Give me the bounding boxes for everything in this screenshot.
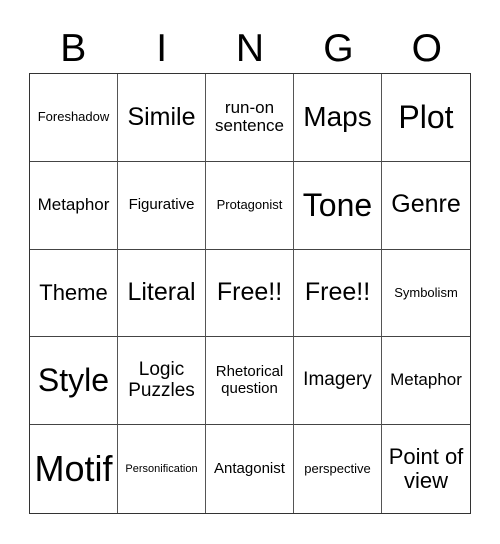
bingo-cell: Symbolism bbox=[382, 250, 470, 338]
bingo-cell: Protagonist bbox=[206, 161, 294, 250]
bingo-cell: Antagonist bbox=[206, 425, 294, 513]
bingo-cell: Foreshadow bbox=[30, 74, 118, 162]
bingo-cell: Metaphor bbox=[382, 337, 470, 426]
bingo-cell: Figurative bbox=[118, 161, 206, 250]
bingo-grid: Foreshadow Simile run-on sentence Maps P… bbox=[29, 73, 471, 514]
bingo-cell: Logic Puzzles bbox=[118, 337, 206, 426]
bingo-cell: Personification bbox=[118, 425, 206, 513]
bingo-cell: perspective bbox=[294, 425, 382, 513]
header-letter-g: G bbox=[323, 27, 354, 70]
bingo-cell: Tone bbox=[294, 161, 382, 250]
bingo-cell: run-on sentence bbox=[206, 74, 294, 162]
bingo-cell: Simile bbox=[118, 74, 206, 162]
bingo-cell: Point of view bbox=[388, 443, 464, 494]
header-letter-b: B bbox=[60, 27, 87, 70]
bingo-cell: Plot bbox=[382, 74, 470, 162]
bingo-header: B I N G O bbox=[29, 26, 471, 72]
bingo-cell: Style bbox=[30, 337, 118, 426]
bingo-cell: Rhetorical question bbox=[206, 337, 294, 426]
bingo-cell: Literal bbox=[118, 249, 206, 338]
bingo-cell: Metaphor bbox=[30, 161, 118, 250]
bingo-cell: Free!! bbox=[294, 249, 382, 338]
bingo-cell: Imagery bbox=[294, 337, 382, 426]
header-letter-o: O bbox=[411, 27, 442, 70]
header-letter-n: N bbox=[235, 27, 265, 70]
bingo-cell: Maps bbox=[294, 74, 382, 162]
bingo-cell free-space: Free!! bbox=[206, 249, 294, 338]
bingo-cell: Motif bbox=[30, 425, 118, 513]
bingo-cell: Theme bbox=[30, 249, 118, 338]
bingo-cell: Genre bbox=[382, 162, 470, 250]
header-letter-i: I bbox=[156, 27, 168, 70]
